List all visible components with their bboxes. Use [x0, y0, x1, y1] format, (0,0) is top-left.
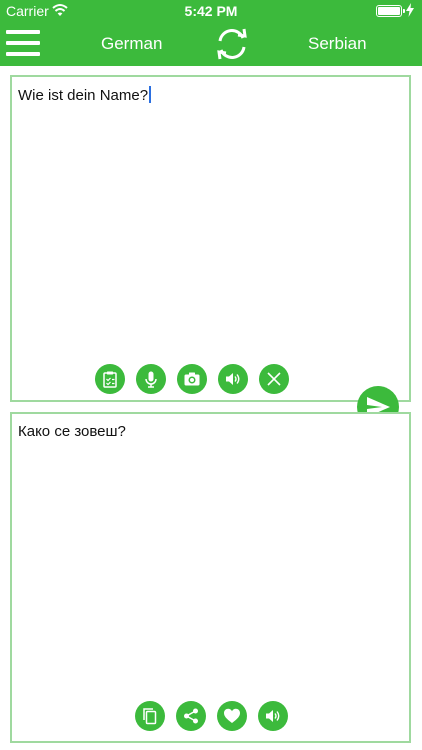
output-text: Како се зовеш?: [18, 423, 126, 440]
output-toolbar: [135, 701, 288, 731]
charging-icon: [406, 3, 414, 17]
paste-button[interactable]: [95, 364, 125, 394]
favorite-button[interactable]: [217, 701, 247, 731]
heart-icon: [224, 708, 240, 723]
clear-button[interactable]: [259, 364, 289, 394]
input-panel[interactable]: Wie ist dein Name?: [10, 75, 411, 402]
nav-bar: German Serbian: [0, 22, 422, 66]
status-time: 5:42 PM: [184, 3, 238, 19]
battery-icon: [376, 5, 405, 17]
close-icon: [267, 372, 281, 386]
share-icon: [184, 708, 198, 724]
microphone-button[interactable]: [136, 364, 166, 394]
microphone-icon: [145, 371, 157, 388]
top-bar: Carrier 5:42 PM German Serbian: [0, 0, 422, 66]
text-cursor: [149, 86, 152, 103]
output-panel[interactable]: Како се зовеш?: [10, 412, 411, 743]
clipboard-icon: [103, 371, 117, 388]
source-language-button[interactable]: German: [101, 34, 162, 54]
status-bar: Carrier 5:42 PM: [0, 0, 422, 22]
speaker-icon: [266, 710, 280, 722]
camera-icon: [184, 372, 200, 386]
menu-icon: [6, 30, 40, 34]
target-language-button[interactable]: Serbian: [308, 34, 367, 54]
speak-input-button[interactable]: [218, 364, 248, 394]
menu-button[interactable]: [6, 30, 40, 56]
input-toolbar: [95, 364, 289, 394]
copy-icon: [143, 708, 157, 725]
copy-button[interactable]: [135, 701, 165, 731]
swap-icon: [217, 28, 247, 60]
speak-output-button[interactable]: [258, 701, 288, 731]
speaker-icon: [226, 373, 240, 385]
swap-languages-button[interactable]: [213, 25, 251, 63]
camera-button[interactable]: [177, 364, 207, 394]
input-text[interactable]: Wie ist dein Name?: [18, 86, 152, 104]
share-button[interactable]: [176, 701, 206, 731]
